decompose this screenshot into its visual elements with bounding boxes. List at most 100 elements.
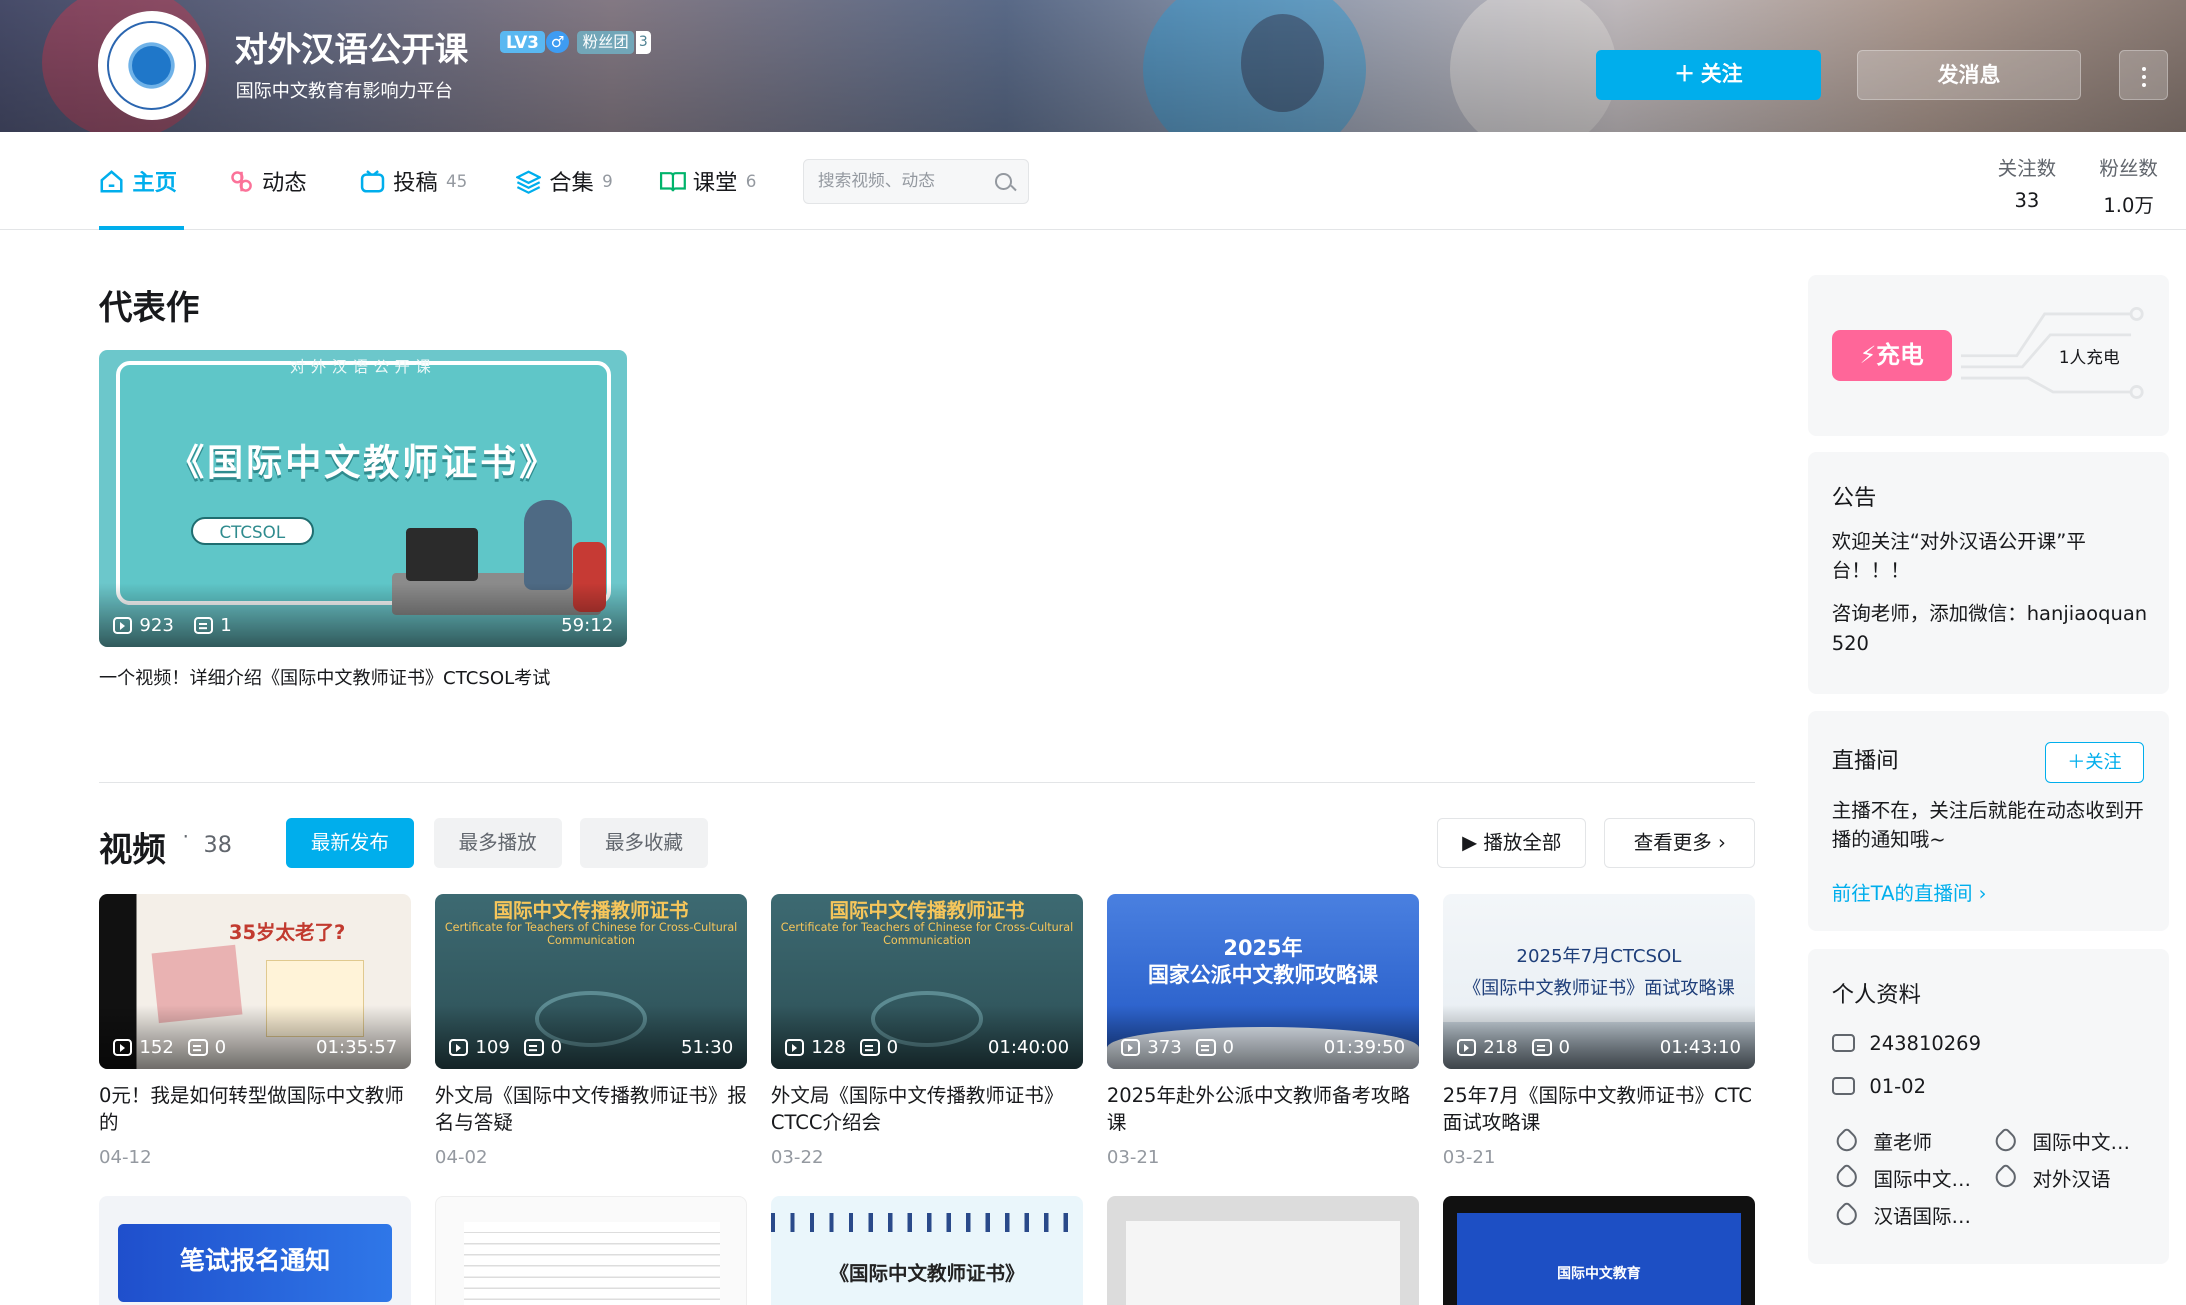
charge-button[interactable]: ⚡充电 [1831, 330, 1952, 381]
comment-icon [860, 1039, 880, 1056]
video-title[interactable]: 外文局《国际中文传播教师证书》CTCC介绍会 [771, 1083, 1083, 1136]
video-thumbnail[interactable]: 2025年7月CTCSOL 《国际中文教师证书》面试攻略课 218 0 01:4… [1442, 893, 1756, 1070]
tab-submissions[interactable]: 投稿 45 [360, 167, 467, 196]
tag-icon [1992, 1127, 2020, 1155]
dynamic-icon [229, 169, 254, 194]
video-thumbnail[interactable]: 国际中文传播教师证书 Certificate for Teachers of C… [434, 893, 748, 1070]
live-title: 直播间 [1831, 747, 1899, 774]
video-card[interactable]: 国际中文传播教师证书 Certificate for Teachers of C… [770, 893, 1084, 1169]
live-room-link[interactable]: 前往TA的直播间 › [1832, 877, 1987, 906]
video-thumbnail[interactable]: 2025年 国家公派中文教师攻略课 373 0 01:39:50 [1106, 893, 1420, 1070]
video-date: 04-12 [98, 1147, 152, 1169]
tab-dynamic[interactable]: 动态 [229, 167, 307, 196]
charge-count: 1人充电 [2058, 347, 2120, 368]
profile-tag[interactable]: 国际中文… [1833, 1163, 1971, 1192]
play-count-icon [1120, 1039, 1141, 1056]
tab-collections[interactable]: 合集 9 [514, 167, 613, 196]
video-date: 03-22 [770, 1147, 824, 1169]
chevron-right-icon: › [1978, 881, 1987, 905]
tab-home[interactable]: 主页 [99, 167, 177, 196]
sort-most-favorited[interactable]: 最多收藏 [579, 818, 709, 869]
video-card[interactable]: 2025年7月CTCSOL 《国际中文教师证书》面试攻略课 218 0 01:4… [1442, 893, 1756, 1169]
sort-latest[interactable]: 最新发布 [285, 818, 414, 869]
level-badge: LV3 [500, 30, 545, 54]
username: 对外汉语公开课 [234, 30, 469, 70]
tab-classroom[interactable]: 课堂 6 [659, 167, 756, 196]
tv-icon [360, 169, 385, 194]
profile-tag[interactable]: 国际中文… [1992, 1126, 2130, 1155]
tag-icon [1833, 1200, 1861, 1229]
comment-icon [193, 616, 214, 634]
profile-tag[interactable]: 对外汉语 [1992, 1163, 2110, 1192]
tag-icon [1833, 1127, 1861, 1155]
video-thumbnail[interactable]: 《国际中文教师证书》 [770, 1196, 1084, 1305]
video-title[interactable]: 0元！我是如何转型做国际中文教师的 [99, 1083, 411, 1136]
follow-button[interactable]: ＋ 关注 [1596, 50, 1821, 101]
view-more-button[interactable]: 查看更多 › [1604, 818, 1756, 869]
search-icon[interactable] [995, 172, 1013, 190]
fans-badge-level: 3 [635, 30, 651, 55]
tag-icon [1992, 1163, 2020, 1191]
video-card[interactable]: 国际中文传播教师证书 Certificate for Teachers of C… [434, 893, 748, 1169]
charge-panel: ⚡充电 1人充电 [1808, 274, 2170, 437]
video-title[interactable]: 25年7月《国际中文教师证书》CTC面试攻略课 [1443, 1083, 1755, 1136]
message-button[interactable]: 发消息 [1856, 50, 2082, 101]
fans-badge[interactable]: 粉丝团 [577, 30, 635, 55]
masterpiece-title[interactable]: 一个视频！详细介绍《国际中文教师证书》CTCSOL考试 [99, 664, 550, 690]
play-count-icon [784, 1039, 805, 1056]
comment-icon [188, 1039, 208, 1056]
notice-text: 欢迎关注“对外汉语公开课”平台！！！ [1831, 529, 2086, 583]
notice-panel: 公告 欢迎关注“对外汉语公开课”平台！！！ 咨询老师，添加微信：hanjiaoq… [1808, 451, 2170, 695]
video-date: 03-21 [1106, 1147, 1160, 1169]
video-thumbnail[interactable] [434, 1196, 748, 1305]
sort-most-played[interactable]: 最多播放 [433, 818, 562, 869]
calendar-icon [1831, 1077, 1856, 1096]
profile-tag[interactable]: 童老师 [1833, 1126, 1932, 1155]
video-count: 38 [203, 832, 232, 859]
divider [98, 782, 1756, 784]
notice-wechat: 咨询老师，添加微信：hanjiaoquan520 [1831, 602, 2148, 655]
lightning-icon: ⚡ [1859, 341, 1877, 370]
user-sign: 国际中文教育有影响力平台 [235, 80, 453, 102]
uid-icon [1831, 1033, 1856, 1053]
video-title[interactable]: 2025年赴外公派中文教师备考攻略课 [1107, 1083, 1419, 1136]
video-thumbnail[interactable]: 国际中文教育 [1442, 1196, 1756, 1305]
video-thumbnail[interactable]: 笔试报名通知 [98, 1196, 412, 1305]
plus-icon: ＋ [1674, 63, 1695, 87]
profile-banner: 对外汉语公开课 LV3 ♂ 粉丝团 3 国际中文教育有影响力平台 ＋ 关注 发消… [0, 0, 2186, 133]
following-stat[interactable]: 关注数 33 [1998, 152, 2057, 212]
play-icon: ▶ [1462, 831, 1478, 855]
profile-title: 个人资料 [1831, 982, 1921, 1009]
live-status-text: 主播不在，关注后就能在动态收到开播的通知哦~ [1831, 798, 2144, 852]
tag-icon [1833, 1163, 1861, 1191]
fans-stat[interactable]: 粉丝数 1.0万 [2099, 152, 2158, 218]
comment-icon [1196, 1039, 1216, 1056]
video-date: 04-02 [434, 1147, 488, 1169]
video-title[interactable]: 外文局《国际中文传播教师证书》报名与答疑 [435, 1083, 747, 1136]
active-tab-indicator [98, 225, 184, 230]
more-options-button[interactable] [2118, 50, 2168, 101]
section-title-masterpiece: 代表作 [98, 288, 200, 328]
video-thumbnail[interactable]: 35岁太老了? 152 0 01:35:57 [98, 893, 412, 1070]
play-count-icon [112, 616, 133, 634]
book-icon [659, 169, 687, 194]
profile-nav: 主页 动态 投稿 45 合集 9 课堂 6 搜索视频、动态 关注数 33 粉丝数 1.… [0, 132, 2186, 230]
video-thumbnail[interactable] [1106, 1196, 1420, 1305]
play-count-icon [112, 1039, 133, 1056]
live-follow-button[interactable]: ＋关注 [2044, 741, 2144, 784]
video-thumbnail[interactable]: 国际中文传播教师证书 Certificate for Teachers of C… [770, 893, 1084, 1070]
layers-icon [514, 169, 542, 194]
masterpiece-thumbnail[interactable]: 对外汉语公开课 《国际中文教师证书》 CTCSOL 923 1 59:12 [98, 349, 628, 647]
uid-row: 243810269 [1831, 1032, 1981, 1055]
plus-icon: ＋ [2067, 751, 2086, 773]
video-date: 03-21 [1442, 1147, 1496, 1169]
play-count-icon [448, 1039, 469, 1056]
notice-title: 公告 [1831, 484, 1877, 511]
video-card[interactable]: 35岁太老了? 152 0 01:35:57 0元！我是如何转型做国际中文教师的… [98, 893, 412, 1169]
profile-tag[interactable]: 汉语国际… [1833, 1200, 1971, 1229]
video-card[interactable]: 2025年 国家公派中文教师攻略课 373 0 01:39:50 2025年赴外… [1106, 893, 1420, 1169]
avatar[interactable] [97, 11, 207, 120]
play-all-button[interactable]: ▶ 播放全部 [1437, 818, 1587, 869]
male-icon: ♂ [546, 30, 569, 53]
home-icon [99, 169, 124, 194]
